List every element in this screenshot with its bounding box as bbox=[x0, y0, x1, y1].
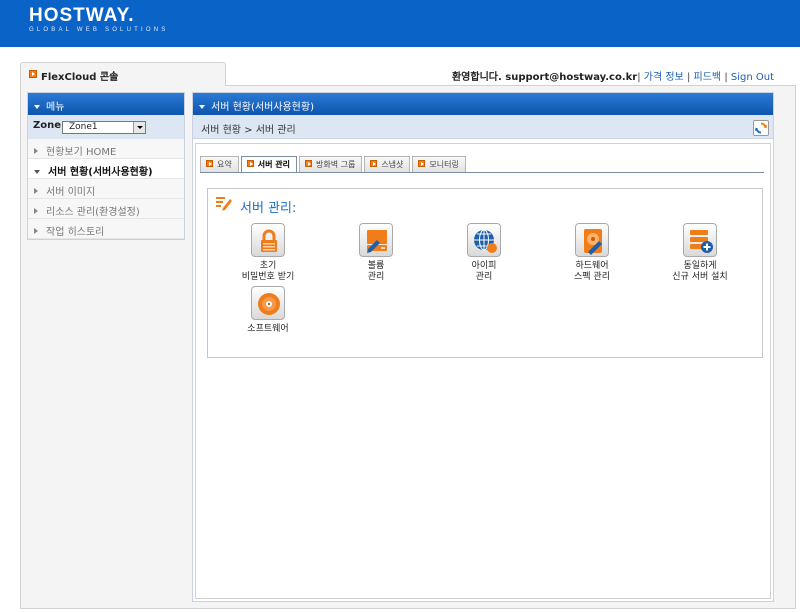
hostway-logo[interactable]: HOSTWAY. GLOBAL WEB SOLUTIONS bbox=[29, 6, 168, 34]
app-label: 동일하게 신규 서버 설치 bbox=[672, 261, 728, 282]
sidebar-item-label: 리소스 관리(환경설정) bbox=[46, 207, 140, 218]
console-tab-label: FlexCloud 콘솔 bbox=[41, 72, 119, 83]
zone-select[interactable]: Zone1 bbox=[62, 121, 146, 134]
server-management-box: 서버 관리: 초기 비밀번호 받기 볼륨 관리 아이피 관리 하드웨어 스펙 관… bbox=[207, 188, 763, 358]
sidebar-item-label: 서버 이미지 bbox=[46, 187, 96, 198]
zone-label: Zone: bbox=[33, 120, 66, 131]
tab-firewall-group[interactable]: 방화벽 그룹 bbox=[298, 156, 363, 172]
hardware-spec-button[interactable]: 하드웨어 스펙 관리 bbox=[542, 223, 642, 283]
orange-arrow-icon bbox=[370, 160, 378, 167]
app-label: 소프트웨어 bbox=[247, 324, 289, 334]
orange-arrow-icon bbox=[206, 160, 213, 167]
section-title: 서버 관리: bbox=[240, 201, 297, 216]
sidebar-title: 메뉴 bbox=[46, 102, 65, 113]
sidebar-item-label: 작업 히스토리 bbox=[46, 227, 105, 238]
sidebar-menu: 메뉴 Zone: Zone1 현황보기 HOME 서버 현황(서버사용현황) 서… bbox=[27, 92, 185, 240]
software-button[interactable]: 소프트웨어 bbox=[218, 286, 318, 335]
tab-summary[interactable]: 요약 bbox=[200, 156, 239, 172]
flexcloud-console-tab[interactable]: FlexCloud 콘솔 bbox=[20, 62, 226, 86]
sign-out-link[interactable]: Sign Out bbox=[731, 72, 774, 83]
volume-icon bbox=[359, 223, 393, 257]
pricing-link[interactable]: 가격 정보 bbox=[644, 72, 684, 83]
collapse-arrow-icon bbox=[199, 105, 205, 109]
sidebar-item-label: 현황보기 HOME bbox=[46, 147, 117, 158]
add-server-icon bbox=[683, 223, 717, 257]
content-header: 서버 현황(서버사용현황) bbox=[193, 93, 773, 115]
tab-monitoring[interactable]: 모니터링 bbox=[412, 156, 466, 172]
chevron-down-icon[interactable] bbox=[133, 122, 145, 133]
orange-arrow-icon bbox=[246, 160, 254, 167]
chevron-right-icon bbox=[34, 228, 38, 234]
tab-divider bbox=[200, 172, 764, 173]
chevron-right-icon bbox=[34, 208, 38, 214]
content-panel: 서버 현황(서버사용현황) 서버 현황 > 서버 관리 요약 서버 관리 방화벽… bbox=[192, 92, 774, 602]
sidebar-header: 메뉴 bbox=[28, 93, 184, 115]
zone-select-value: Zone1 bbox=[69, 122, 98, 132]
hardware-spec-icon bbox=[575, 223, 609, 257]
content-title: 서버 현황(서버사용현황) bbox=[211, 102, 314, 113]
chevron-right-icon bbox=[34, 188, 38, 194]
tab-snapshot[interactable]: 스냅샷 bbox=[364, 156, 411, 172]
sidebar-item-home[interactable]: 현황보기 HOME bbox=[28, 139, 184, 159]
refresh-button[interactable] bbox=[753, 120, 769, 136]
ip-management-button[interactable]: 아이피 관리 bbox=[434, 223, 534, 283]
breadcrumb-text: 서버 현황 > 서버 관리 bbox=[201, 125, 296, 136]
breadcrumb: 서버 현황 > 서버 관리 bbox=[193, 115, 773, 139]
lock-icon bbox=[251, 223, 285, 257]
chevron-down-icon bbox=[34, 170, 40, 174]
sidebar-item-history[interactable]: 작업 히스토리 bbox=[28, 219, 184, 239]
pencil-list-icon bbox=[216, 197, 232, 211]
logo-tagline: GLOBAL WEB SOLUTIONS bbox=[29, 27, 169, 33]
orange-arrow-icon bbox=[418, 160, 426, 167]
app-label: 아이피 관리 bbox=[471, 261, 497, 282]
collapse-arrow-icon bbox=[34, 105, 40, 109]
sidebar-item-label: 서버 현황(서버사용현황) bbox=[48, 167, 153, 178]
tab-server-management[interactable]: 서버 관리 bbox=[240, 156, 297, 173]
initial-password-button[interactable]: 초기 비밀번호 받기 bbox=[218, 223, 318, 283]
orange-arrow-icon bbox=[29, 70, 37, 78]
sidebar-item-resources[interactable]: 리소스 관리(환경설정) bbox=[28, 199, 184, 219]
globe-ip-icon bbox=[467, 223, 501, 257]
clone-new-server-button[interactable]: 동일하게 신규 서버 설치 bbox=[650, 223, 750, 283]
welcome-text: 환영합니다. support@hostway.co.kr bbox=[451, 72, 638, 83]
tab-bar: 요약 서버 관리 방화벽 그룹 스냅샷 모니터링 bbox=[200, 156, 466, 173]
software-disc-icon bbox=[251, 286, 285, 320]
app-label: 초기 비밀번호 받기 bbox=[241, 261, 295, 282]
refresh-icon bbox=[755, 122, 767, 134]
logo-text: HOSTWAY. bbox=[29, 5, 135, 26]
chevron-right-icon bbox=[34, 148, 38, 154]
server-management-area: 요약 서버 관리 방화벽 그룹 스냅샷 모니터링 서버 관리: 초기 비밀번호 … bbox=[195, 143, 771, 599]
app-label: 하드웨어 스펙 관리 bbox=[574, 261, 610, 282]
sidebar-item-server-status[interactable]: 서버 현황(서버사용현황) bbox=[28, 159, 184, 179]
sidebar-item-server-image[interactable]: 서버 이미지 bbox=[28, 179, 184, 199]
volume-management-button[interactable]: 볼륨 관리 bbox=[326, 223, 426, 283]
account-links: 환영합니다. support@hostway.co.kr| 가격 정보 | 피드… bbox=[451, 72, 774, 83]
orange-arrow-icon bbox=[304, 160, 312, 167]
app-label: 볼륨 관리 bbox=[367, 261, 385, 282]
top-header-bar: HOSTWAY. GLOBAL WEB SOLUTIONS bbox=[0, 0, 800, 47]
feedback-link[interactable]: 피드백 bbox=[694, 72, 722, 83]
